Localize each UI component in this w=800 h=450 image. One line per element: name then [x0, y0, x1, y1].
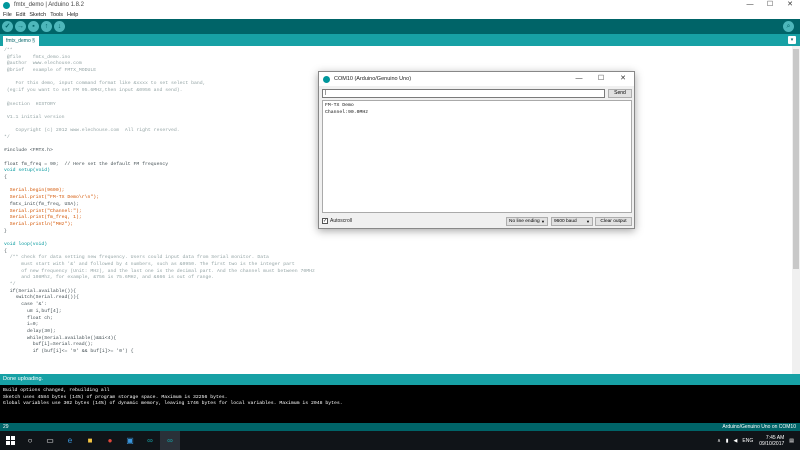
serial-window-controls: — ☐ ✕: [568, 72, 634, 86]
chevron-down-icon: ▼: [586, 219, 590, 224]
minimize-button[interactable]: —: [740, 0, 760, 10]
send-button[interactable]: Send: [608, 89, 632, 98]
system-tray: ∧ ▮ ◀ ENG 7:45 AM 09/10/2017 ▤: [712, 431, 794, 450]
arduino-icon[interactable]: ∞: [140, 431, 160, 450]
code-line: and 108Mhz, for example, &756 is 75.6MHz…: [4, 275, 215, 281]
tab-menu-button[interactable]: ▾: [788, 36, 796, 44]
console-line: Global variables use 302 bytes (14%) of …: [3, 401, 343, 406]
menu-tools[interactable]: Tools: [50, 12, 63, 18]
code-line: /**: [4, 48, 13, 53]
verify-button[interactable]: ✓: [2, 21, 13, 32]
code-line: i=0;: [4, 322, 39, 328]
new-button[interactable]: ▪: [28, 21, 39, 32]
network-icon[interactable]: ▮: [726, 438, 729, 444]
tab-bar: fmtx_demo § ▾: [0, 34, 800, 46]
code-line: case '&':: [4, 302, 48, 308]
menu-file[interactable]: File: [3, 12, 12, 18]
notifications-icon[interactable]: ▤: [789, 438, 794, 444]
task-view-icon[interactable]: ▭: [40, 431, 60, 450]
autoscroll-checkbox[interactable]: ✓: [322, 218, 328, 224]
console-output: Build options changed, rebuilding all Sk…: [0, 385, 800, 423]
code-line: if (buf[i]<= '9' && buf[i]>= '0') {: [4, 348, 134, 354]
arduino-app-icon: [3, 1, 10, 9]
code-line: delay(30);: [4, 328, 56, 334]
menu-help[interactable]: Help: [67, 12, 78, 18]
code-line: @file fmtx_demo.ino: [4, 54, 71, 60]
volume-icon[interactable]: ◀: [734, 438, 738, 444]
maximize-button[interactable]: ☐: [760, 0, 780, 10]
windows-icon: [5, 436, 15, 445]
autoscroll-toggle[interactable]: ✓ Autoscroll: [322, 218, 352, 224]
window-title: fmtx_demo | Arduino 1.8.2: [14, 2, 84, 8]
search-icon[interactable]: ○: [20, 431, 40, 450]
serial-monitor-window: COM10 (Arduino/Genuino Uno) — ☐ ✕ | Send…: [318, 71, 635, 229]
editor-scrollbar[interactable]: [792, 46, 800, 374]
store-icon[interactable]: ▣: [120, 431, 140, 450]
serial-output: FM-TX Demo Channel:90.0MHz: [322, 100, 632, 213]
title-bar: fmtx_demo | Arduino 1.8.2 — ☐ ✕: [0, 0, 800, 10]
code-line: float ch;: [4, 315, 53, 321]
edge-icon[interactable]: e: [60, 431, 80, 450]
code-line: if(Serial.available()){: [4, 288, 76, 294]
menu-sketch[interactable]: Sketch: [29, 12, 46, 18]
serial-title: COM10 (Arduino/Genuino Uno): [334, 76, 412, 82]
code-line: */: [4, 282, 16, 288]
clock[interactable]: 7:45 AM 09/10/2017: [759, 435, 784, 447]
serial-maximize-button[interactable]: ☐: [590, 72, 612, 86]
baud-rate-select[interactable]: 9600 baud ▼: [551, 217, 593, 226]
open-button[interactable]: ↑: [41, 21, 52, 32]
code-line: void loop(void): [4, 241, 48, 247]
tab-fmtx-demo[interactable]: fmtx_demo §: [3, 36, 39, 46]
window-controls: — ☐ ✕: [740, 0, 800, 10]
chrome-icon[interactable]: ●: [100, 431, 120, 450]
serial-close-button[interactable]: ✕: [612, 72, 634, 86]
chevron-down-icon: ▼: [541, 219, 545, 224]
code-line: switch(Serial.read()){: [4, 295, 79, 301]
file-explorer-icon[interactable]: ■: [80, 431, 100, 450]
line-ending-select[interactable]: No line ending ▼: [506, 217, 548, 226]
tray-chevron-icon[interactable]: ∧: [717, 438, 721, 444]
upload-button[interactable]: →: [15, 21, 26, 32]
console-status: Done uploading.: [0, 374, 800, 385]
serial-output-line: Channel:90.0MHz: [325, 109, 369, 115]
serial-monitor-button[interactable]: ⌕: [783, 21, 794, 32]
code-line: }: [4, 228, 7, 234]
desktop: fmtx_demo | Arduino 1.8.2 — ☐ ✕ File Edi…: [0, 0, 800, 450]
line-ending-value: No line ending: [509, 219, 540, 224]
board-info: Arduino/Genuino Uno on COM10: [722, 424, 796, 430]
arduino-app-icon: [323, 75, 330, 83]
clock-date: 09/10/2017: [759, 440, 785, 447]
code-line: /** check for data setting new frequency…: [4, 255, 269, 261]
toolbar: ✓ → ▪ ↑ ↓ ⌕: [0, 19, 800, 34]
scrollbar-thumb[interactable]: [793, 49, 799, 269]
serial-input[interactable]: |: [322, 89, 605, 98]
code-line: while(Serial.available()&&i<4){: [4, 335, 117, 341]
language-indicator[interactable]: ENG: [742, 438, 753, 444]
code-line: must start with '&' and followed by 4 nu…: [4, 262, 295, 267]
baud-rate-value: 9600 baud: [554, 219, 577, 224]
close-button[interactable]: ✕: [780, 0, 800, 10]
save-button[interactable]: ↓: [54, 21, 65, 32]
start-button[interactable]: [0, 431, 20, 450]
clear-output-button[interactable]: Clear output: [595, 217, 632, 226]
serial-minimize-button[interactable]: —: [568, 72, 590, 86]
code-line: buf[i]=Serial.read();: [4, 342, 94, 348]
serial-title-bar: COM10 (Arduino/Genuino Uno) — ☐ ✕: [319, 72, 634, 86]
autoscroll-label: Autoscroll: [330, 218, 352, 224]
menu-edit[interactable]: Edit: [16, 12, 25, 18]
status-bar: 29 Arduino/Genuino Uno on COM10: [0, 423, 800, 431]
code-line: @author www.elechouse.com: [4, 61, 82, 67]
code-line: u8 i,buf[4];: [4, 308, 62, 314]
line-number: 29: [3, 424, 9, 430]
menu-bar: File Edit Sketch Tools Help: [0, 10, 800, 19]
serial-bottom-bar: ✓ Autoscroll No line ending ▼ 9600 baud …: [322, 217, 632, 227]
arduino-active-icon[interactable]: ∞: [160, 431, 180, 450]
taskbar: ○ ▭ e ■ ● ▣ ∞ ∞ ∧ ▮ ◀ ENG 7:45 AM 09/10/…: [0, 431, 800, 450]
